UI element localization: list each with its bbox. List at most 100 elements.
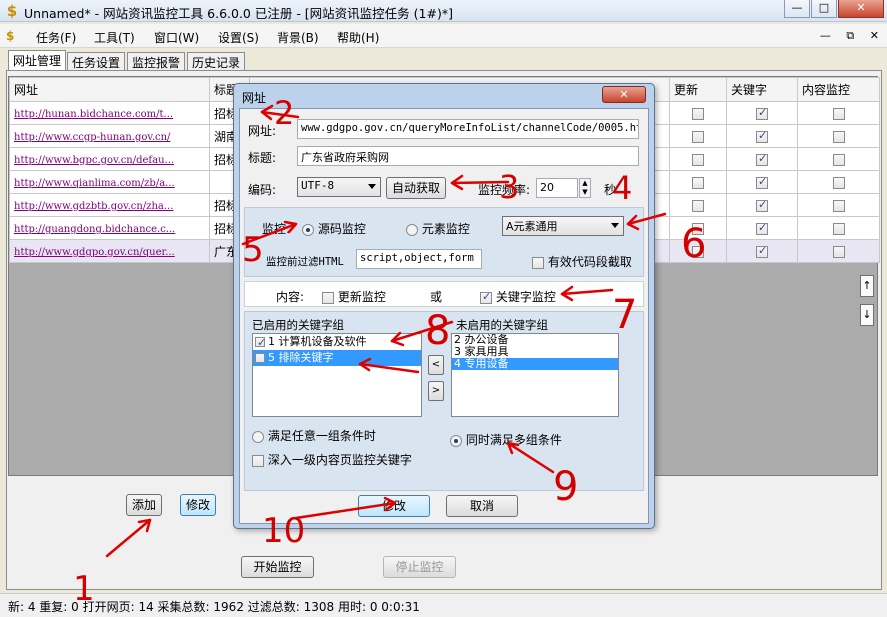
content-monitor-checkbox[interactable]	[832, 176, 845, 189]
mdi-close-icon[interactable]: ✕	[870, 29, 879, 42]
checkbox-icon	[252, 454, 264, 467]
url-field[interactable]: www.gdgpo.gov.cn/queryMoreInfoList/chann…	[297, 119, 639, 139]
checkbox-icon[interactable]	[255, 353, 265, 363]
encoding-select[interactable]: UTF-8	[297, 177, 381, 197]
url-cell[interactable]: http://www.qianlima.com/zb/a...	[9, 170, 210, 194]
dialog-close-icon[interactable]: ✕	[602, 86, 646, 103]
move-down-button[interactable]: ↓	[860, 304, 874, 326]
menu-help[interactable]: 帮助(H)	[337, 29, 379, 46]
stop-monitor-button[interactable]: 停止监控	[383, 556, 456, 578]
dialog-cancel-button[interactable]: 取消	[446, 495, 518, 517]
close-icon[interactable]: ✕	[838, 0, 884, 18]
element-monitor-radio[interactable]: 元素监控	[406, 220, 470, 237]
url-cell[interactable]: http://www.ccgp-hunan.gov.cn/	[9, 124, 210, 148]
keyword-checkbox-cell	[726, 193, 798, 217]
enabled-group-item[interactable]: 5 排除关键字	[253, 350, 421, 366]
element-type-select[interactable]: A元素通用	[502, 216, 624, 236]
url-cell[interactable]: http://guangdong.bidchance.c...	[9, 216, 210, 240]
window-title: Unnamed* - 网站资讯监控工具 6.6.0.0 已注册 - [网站资讯监…	[24, 6, 453, 21]
menu-window[interactable]: 窗口(W)	[154, 29, 199, 46]
enabled-group-item[interactable]: 1 计算机设备及软件	[253, 334, 421, 351]
disabled-group-item[interactable]: 4 专用设备	[452, 358, 618, 370]
update-checkbox[interactable]	[692, 153, 704, 166]
content-monitor-checkbox[interactable]	[832, 199, 845, 212]
content-monitor-checkbox-cell	[797, 170, 880, 194]
minimize-icon[interactable]: —	[784, 0, 810, 18]
keyword-monitor-checkbox[interactable]: 关键字监控	[480, 288, 556, 305]
menu-task[interactable]: 任务(F)	[36, 29, 76, 46]
url-link[interactable]: http://www.ccgp-hunan.gov.cn/	[14, 132, 170, 143]
title-field[interactable]: 广东省政府采购网	[297, 146, 639, 166]
keyword-checkbox[interactable]	[756, 221, 768, 235]
disabled-groups-list[interactable]: 2 办公设备 3 家具用具 4 专用设备	[451, 333, 619, 417]
move-up-button[interactable]: ↑	[860, 275, 874, 297]
frequency-spinner-icon[interactable]: ▲ ▼	[579, 178, 591, 198]
menu-background[interactable]: 背景(B)	[277, 29, 319, 46]
status-text: 新: 4 重复: 0 打开网页: 14 采集总数: 1962 过滤总数: 130…	[8, 600, 420, 614]
content-monitor-checkbox[interactable]	[832, 107, 845, 120]
update-checkbox[interactable]	[692, 176, 704, 189]
url-link[interactable]: http://www.bgpc.gov.cn/defau...	[14, 155, 174, 166]
update-checkbox[interactable]	[692, 199, 704, 212]
col-url[interactable]: 网址	[9, 77, 210, 102]
content-monitor-checkbox[interactable]	[832, 130, 845, 143]
update-checkbox[interactable]	[692, 245, 704, 258]
keyword-checkbox[interactable]	[756, 152, 768, 166]
url-link[interactable]: http://guangdong.bidchance.c...	[14, 224, 175, 235]
content-monitor-checkbox[interactable]	[832, 153, 845, 166]
update-checkbox[interactable]	[692, 107, 704, 120]
col-keyword[interactable]: 关键字	[726, 77, 798, 102]
tab-monitor-alarm[interactable]: 监控报警	[127, 52, 186, 71]
url-cell[interactable]: http://hunan.bidchance.com/t...	[9, 101, 210, 125]
content-monitor-checkbox[interactable]	[832, 245, 845, 258]
start-monitor-button[interactable]: 开始监控	[241, 556, 314, 578]
frequency-field[interactable]: 20	[536, 178, 578, 198]
keyword-checkbox[interactable]	[756, 129, 768, 143]
any-group-radio[interactable]: 满足任意一组条件时	[252, 427, 376, 444]
chevron-down-icon	[368, 184, 376, 189]
mdi-minimize-icon[interactable]: —	[820, 29, 831, 42]
all-group-radio[interactable]: 同时满足多组条件	[450, 431, 562, 448]
content-monitor-checkbox-cell	[797, 101, 880, 125]
enabled-group-label: 1 计算机设备及软件	[268, 335, 367, 348]
enabled-groups-list[interactable]: 1 计算机设备及软件 5 排除关键字	[252, 333, 422, 417]
update-monitor-checkbox[interactable]: 更新监控	[322, 288, 386, 305]
keyword-checkbox[interactable]	[756, 106, 768, 120]
mdi-restore-icon[interactable]: ⧉	[846, 29, 854, 42]
content-monitor-checkbox[interactable]	[832, 222, 845, 235]
all-group-label: 同时满足多组条件	[465, 433, 562, 447]
tab-task-settings[interactable]: 任务设置	[67, 52, 126, 71]
move-right-button[interactable]: >	[428, 381, 444, 401]
update-checkbox[interactable]	[692, 130, 704, 143]
move-left-button[interactable]: <	[428, 355, 444, 375]
checkbox-checked-icon[interactable]	[255, 335, 266, 351]
edit-button[interactable]: 修改	[180, 494, 216, 516]
maximize-icon[interactable]: □	[811, 0, 837, 18]
menu-settings[interactable]: 设置(S)	[218, 29, 259, 46]
filter-field[interactable]: script,object,form	[356, 249, 482, 269]
url-link[interactable]: http://www.gdgpo.gov.cn/quer...	[14, 247, 175, 258]
deep-monitor-checkbox[interactable]: 深入一级内容页监控关键字	[252, 451, 412, 468]
url-link[interactable]: http://www.qianlima.com/zb/a...	[14, 178, 175, 189]
add-button[interactable]: 添加	[126, 494, 162, 516]
url-cell[interactable]: http://www.bgpc.gov.cn/defau...	[9, 147, 210, 171]
url-link[interactable]: http://www.gdzbtb.gov.cn/zha...	[14, 201, 173, 212]
mdi-app-icon[interactable]: $	[6, 29, 14, 43]
keyword-checkbox[interactable]	[756, 175, 768, 189]
tab-url-management[interactable]: 网址管理	[8, 50, 67, 71]
element-type-value: A元素通用	[506, 220, 558, 233]
dialog-ok-button[interactable]: 修改	[358, 495, 430, 517]
menu-tools[interactable]: 工具(T)	[94, 29, 135, 46]
url-link[interactable]: http://hunan.bidchance.com/t...	[14, 109, 173, 120]
col-content-monitor[interactable]: 内容监控	[797, 77, 880, 102]
keyword-checkbox[interactable]	[756, 198, 768, 212]
col-update[interactable]: 更新	[669, 77, 727, 102]
url-cell[interactable]: http://www.gdzbtb.gov.cn/zha...	[9, 193, 210, 217]
tab-history[interactable]: 历史记录	[187, 52, 246, 71]
update-checkbox[interactable]	[692, 222, 704, 235]
keyword-checkbox[interactable]	[756, 244, 768, 258]
source-monitor-radio[interactable]: 源码监控	[302, 220, 366, 237]
url-cell[interactable]: http://www.gdgpo.gov.cn/quer...	[9, 239, 210, 263]
auto-detect-button[interactable]: 自动获取	[386, 177, 446, 199]
valid-code-checkbox[interactable]: 有效代码段截取	[532, 253, 632, 270]
